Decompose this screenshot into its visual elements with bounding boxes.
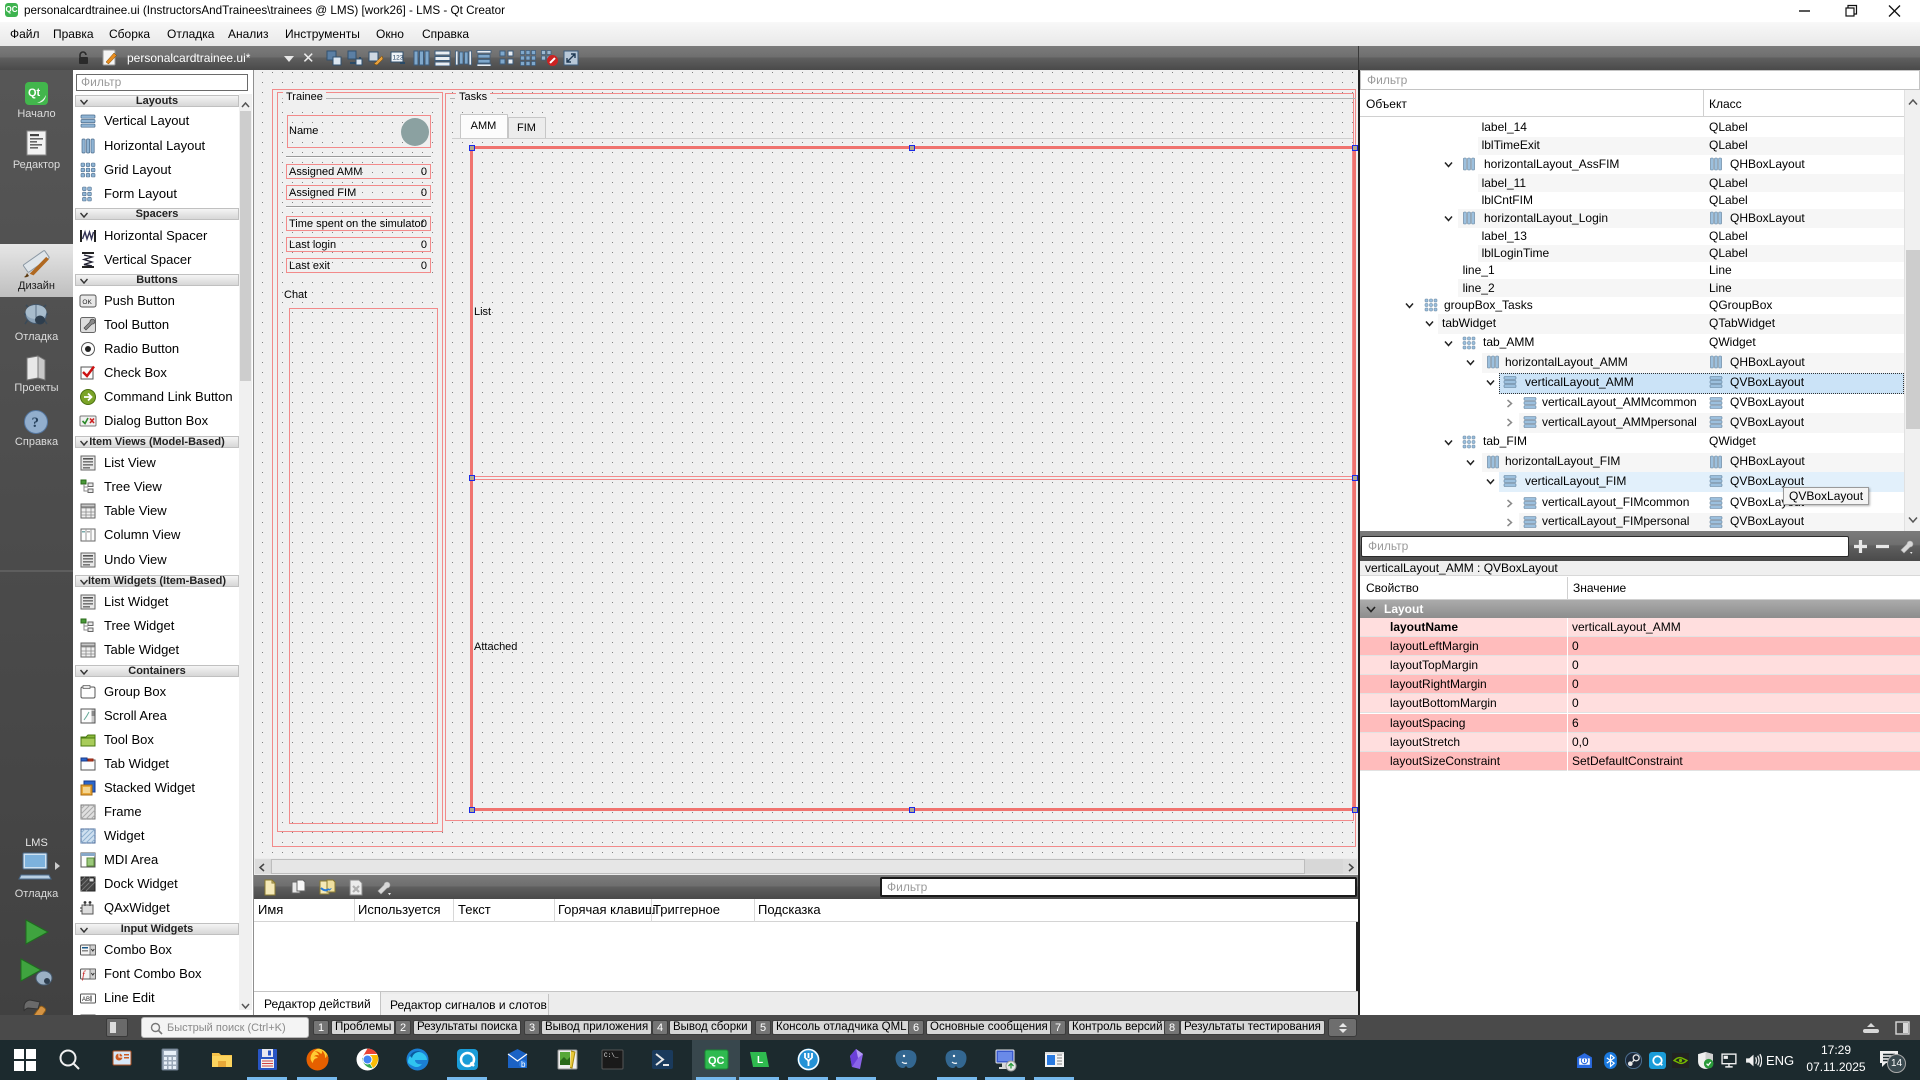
svg-text:123: 123 bbox=[393, 55, 404, 62]
svg-text:AB: AB bbox=[82, 997, 90, 1003]
svg-text:?: ? bbox=[32, 415, 40, 431]
svg-text:QC: QC bbox=[708, 1055, 725, 1067]
svg-text:b: b bbox=[521, 1060, 526, 1069]
svg-text:OK: OK bbox=[82, 299, 92, 306]
svg-text:C:\_: C:\_ bbox=[604, 1052, 619, 1059]
svg-text:Qt: Qt bbox=[28, 87, 41, 99]
svg-text:L: L bbox=[757, 1055, 763, 1066]
